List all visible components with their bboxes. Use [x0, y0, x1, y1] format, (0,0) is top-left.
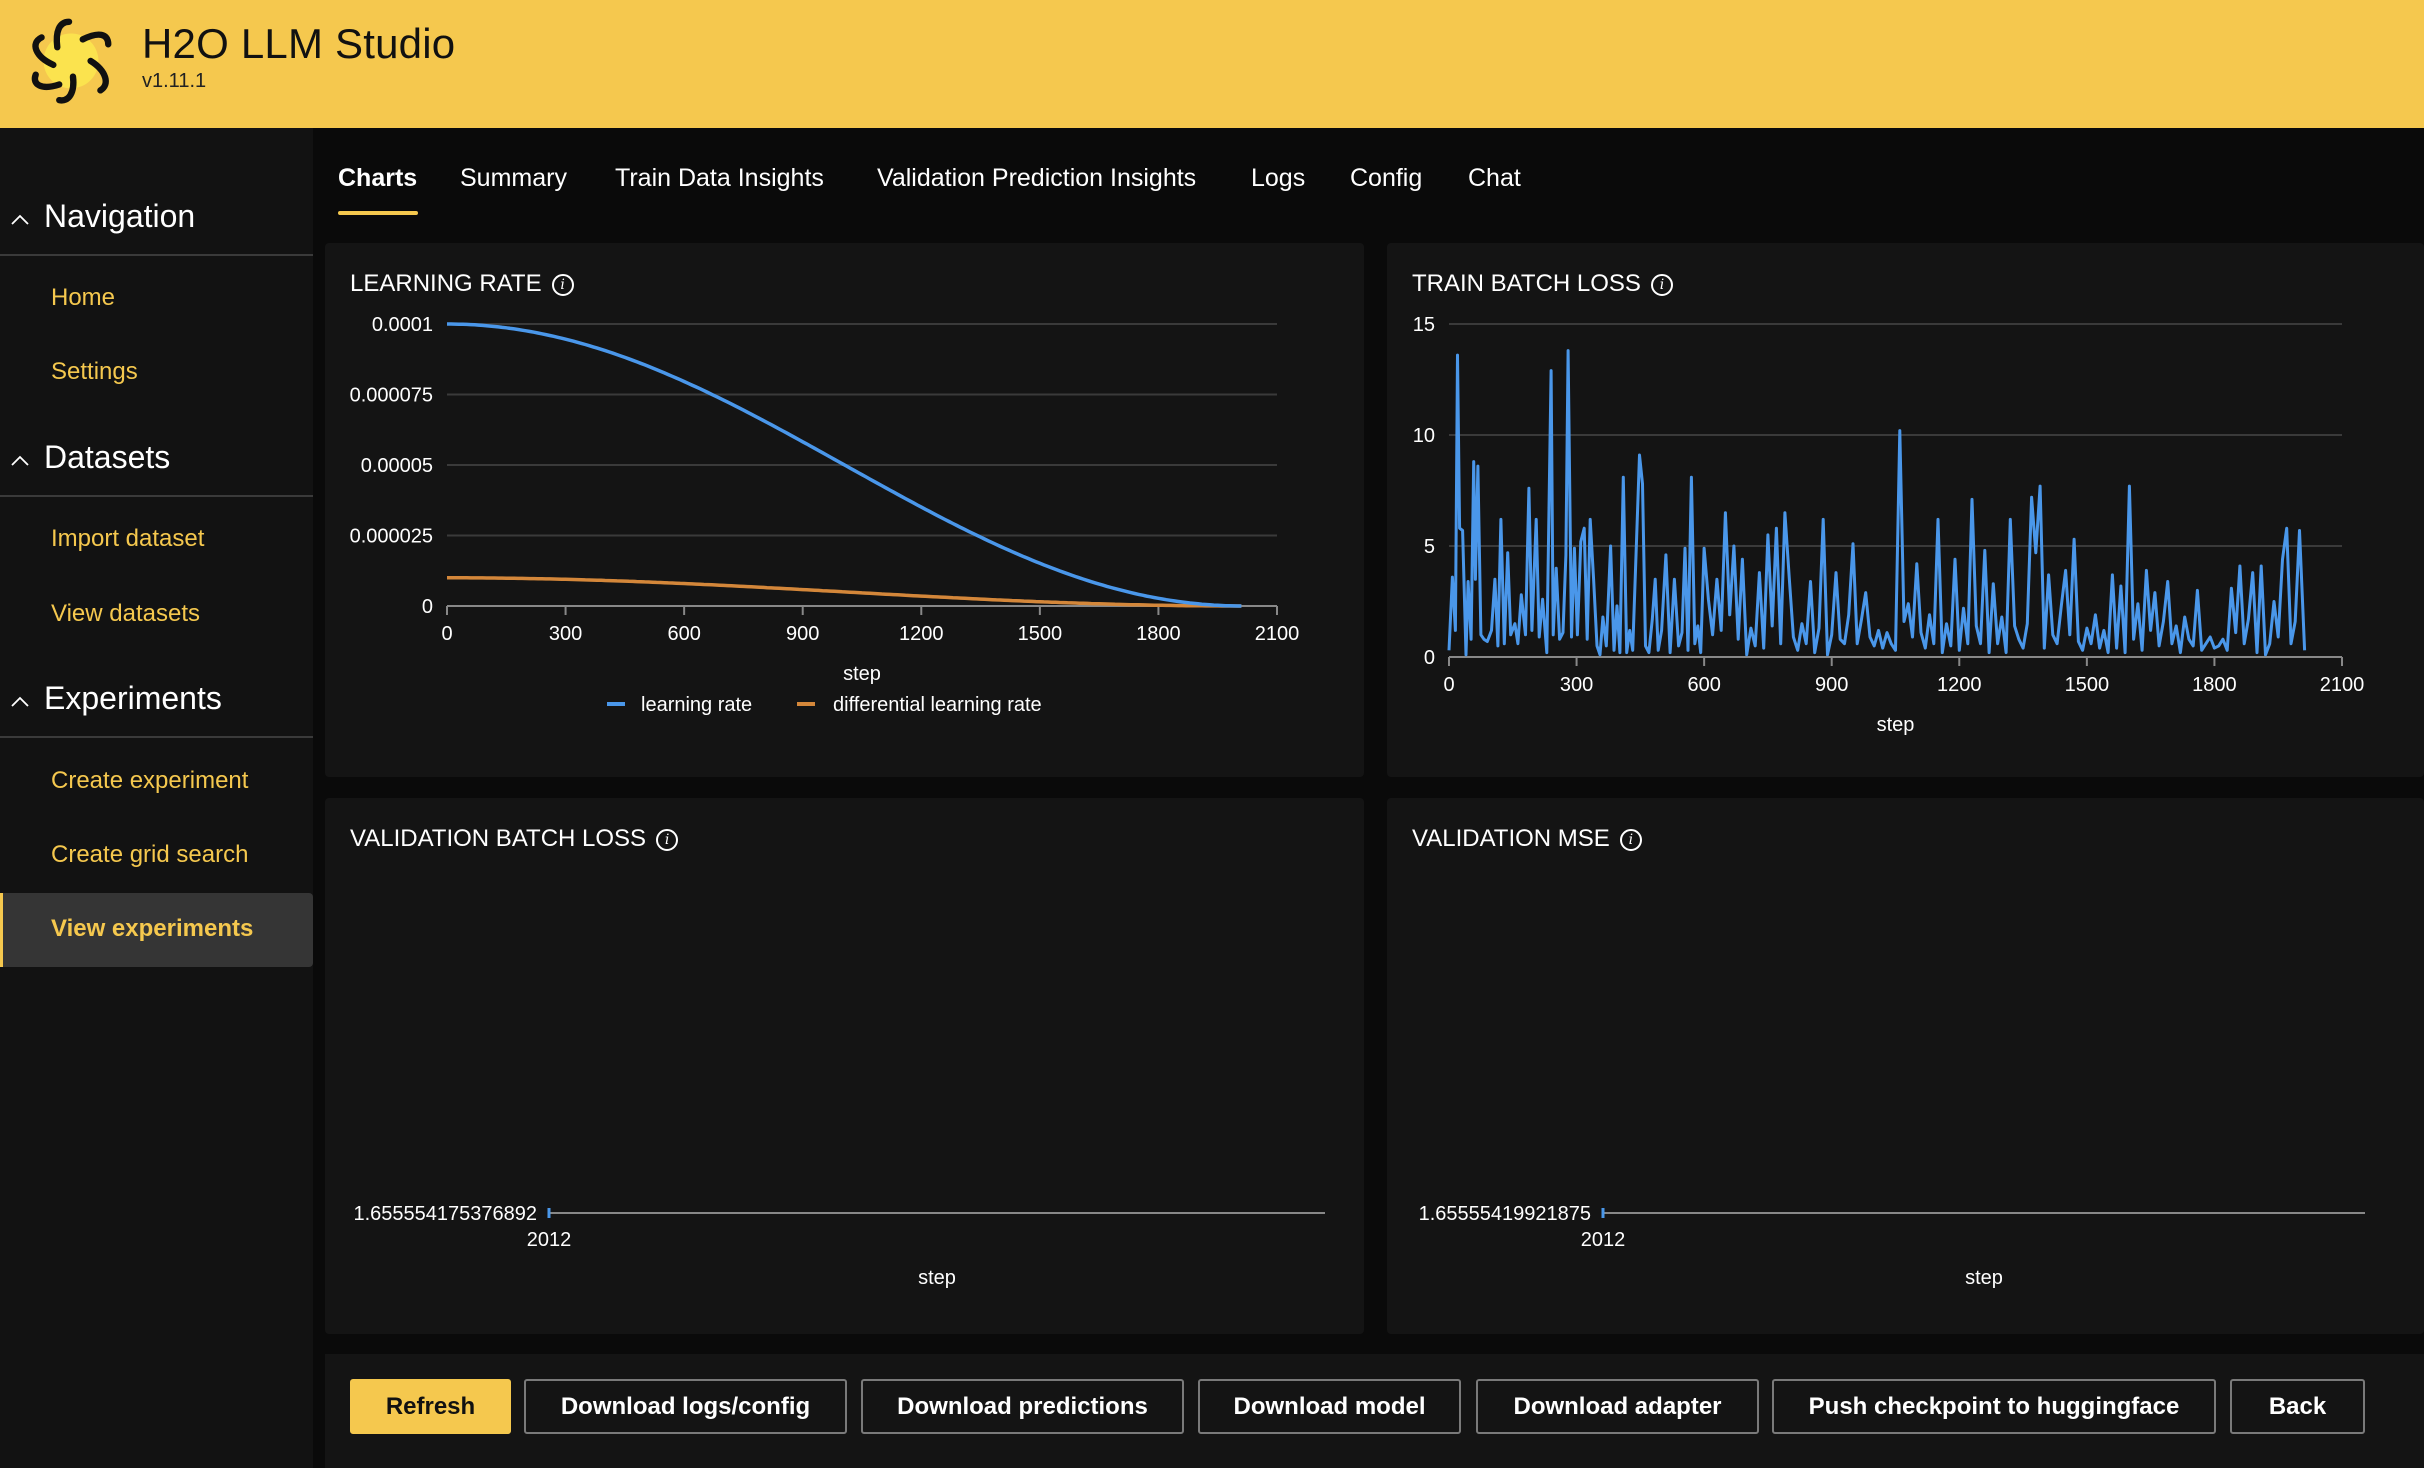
x-axis-label: step [843, 663, 881, 685]
y-tick-label: 1.65555419921875 [1419, 1203, 1591, 1225]
app-header: H2O LLM Studio v1.11.1 [0, 0, 2424, 128]
x-tick-label: 2012 [1581, 1229, 1626, 1251]
download-model-button[interactable]: Download model [1198, 1379, 1461, 1434]
x-tick-label: 2012 [527, 1229, 572, 1251]
x-tick-label: 900 [786, 623, 819, 645]
sidebar-item-label: View experiments [51, 915, 254, 942]
push-checkpoint-button[interactable]: Push checkpoint to huggingface [1772, 1379, 2216, 1434]
sidebar-item-settings[interactable]: Settings [0, 336, 313, 410]
sidebar-item-import-dataset[interactable]: Import dataset [0, 503, 313, 577]
x-tick-label: 0 [441, 623, 452, 645]
x-tick-label: 900 [1815, 674, 1848, 696]
sidebar-item-label: Home [51, 284, 116, 311]
download-logs-config-button[interactable]: Download logs/config [524, 1379, 847, 1434]
sidebar-item-label: Create experiment [51, 767, 249, 794]
y-tick-label: 1.655554175376892 [353, 1203, 537, 1225]
action-button-bar: Refresh Download logs/config Download pr… [325, 1354, 2424, 1468]
x-tick-label: 2100 [1255, 623, 1300, 645]
y-tick-label: 0.000075 [350, 385, 433, 407]
refresh-button[interactable]: Refresh [350, 1379, 511, 1434]
legend-label-learning-rate: learning rate [641, 694, 752, 716]
x-tick-label: 1800 [2192, 674, 2237, 696]
nav-group-label: Datasets [44, 439, 171, 475]
y-tick-label: 15 [1413, 314, 1435, 336]
app-version: v1.11.1 [142, 70, 207, 92]
x-axis-label: step [918, 1267, 956, 1289]
x-tick-label: 1500 [2065, 674, 2110, 696]
x-axis-label: step [1965, 1267, 2003, 1289]
x-tick-label: 1500 [1018, 623, 1063, 645]
x-tick-label: 2100 [2320, 674, 2365, 696]
x-tick-label: 0 [1443, 674, 1454, 696]
y-tick-label: 0.000025 [350, 526, 433, 548]
y-tick-label: 0 [422, 596, 433, 618]
back-button[interactable]: Back [2230, 1379, 2365, 1434]
tab-charts[interactable]: Charts [338, 164, 417, 193]
tab-logs[interactable]: Logs [1251, 164, 1305, 193]
tab-summary[interactable]: Summary [460, 164, 567, 193]
y-tick-label: 0 [1424, 647, 1435, 669]
x-tick-label: 300 [549, 623, 582, 645]
tab-validation-prediction-insights[interactable]: Validation Prediction Insights [877, 164, 1196, 193]
legend-label-differential-learning-rate: differential learning rate [833, 694, 1042, 716]
x-tick-label: 1200 [1937, 674, 1982, 696]
x-tick-label: 600 [667, 623, 700, 645]
y-tick-label: 0.00005 [361, 455, 433, 477]
x-tick-label: 300 [1560, 674, 1593, 696]
chevron-up-icon [11, 696, 29, 707]
x-tick-label: 1800 [1136, 623, 1181, 645]
learning-rate-chart: 0 0.000025 0.00005 0.000075 0.0001 0 300 600 900… [350, 314, 1300, 716]
sidebar-item-label: View datasets [51, 600, 200, 627]
sidebar-item-view-datasets[interactable]: View datasets [0, 578, 313, 652]
x-tick-label: 1200 [899, 623, 944, 645]
y-tick-label: 5 [1424, 536, 1435, 558]
nav-group-datasets[interactable]: Datasets [0, 415, 313, 497]
active-tab-indicator [338, 211, 418, 215]
train-batch-loss-line [1447, 349, 2307, 657]
validation-mse-chart: 1.65555419921875 2012 step [1419, 1203, 2365, 1289]
sidebar-item-label: Import dataset [51, 525, 205, 552]
nav-group-experiments[interactable]: Experiments [0, 656, 313, 738]
app-title: H2O LLM Studio [142, 20, 456, 67]
sidebar-item-create-grid-search[interactable]: Create grid search [0, 819, 313, 893]
train-batch-loss-chart: 0 5 10 15 0 300 600 900 1200 1500 1800 2100 step [1413, 314, 2365, 736]
sidebar-item-label: Settings [51, 358, 138, 385]
chevron-up-icon [11, 455, 29, 466]
x-axis-label: step [1877, 714, 1915, 736]
tab-config[interactable]: Config [1350, 164, 1422, 193]
y-tick-label: 10 [1413, 425, 1435, 447]
nav-group-label: Navigation [44, 198, 196, 234]
sidebar-item-label: Create grid search [51, 841, 249, 868]
sidebar-item-view-experiments[interactable]: View experiments [0, 893, 313, 967]
download-predictions-button[interactable]: Download predictions [861, 1379, 1184, 1434]
validation-batch-loss-chart: 1.655554175376892 2012 step [353, 1203, 1325, 1289]
nav-group-label: Experiments [44, 680, 222, 716]
x-tick-label: 600 [1687, 674, 1720, 696]
h2o-logo-icon [31, 18, 112, 104]
tab-chat[interactable]: Chat [1468, 164, 1521, 193]
y-tick-label: 0.0001 [372, 314, 433, 336]
sidebar-item-create-experiment[interactable]: Create experiment [0, 745, 313, 819]
tab-train-data-insights[interactable]: Train Data Insights [615, 164, 824, 193]
nav-group-navigation[interactable]: Navigation [0, 174, 313, 256]
sidebar: Navigation Home Settings Datasets Import… [0, 128, 313, 1468]
chevron-up-icon [11, 214, 29, 225]
sidebar-item-home[interactable]: Home [0, 262, 313, 336]
download-adapter-button[interactable]: Download adapter [1476, 1379, 1759, 1434]
